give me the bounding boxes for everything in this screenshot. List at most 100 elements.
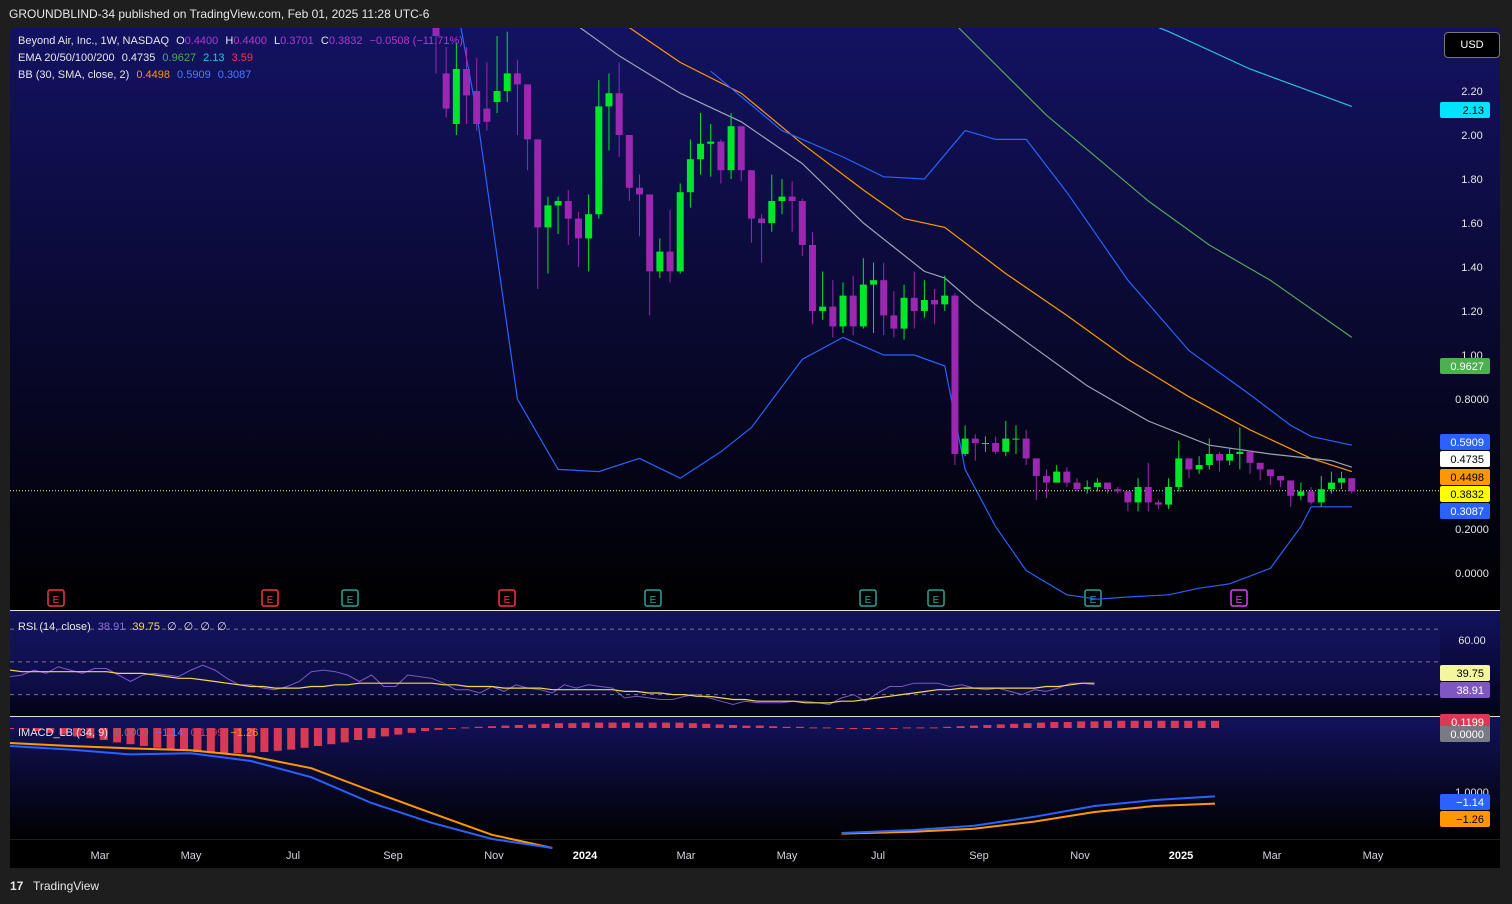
macd-histogram-bar bbox=[956, 726, 965, 728]
candle-body bbox=[1053, 471, 1061, 483]
chart-canvas[interactable]: E E E E E E E E E Mar May Jul Sep Nov 2024 Mar May Jul Se… bbox=[10, 28, 1500, 868]
candle-body bbox=[524, 84, 532, 140]
candle-body bbox=[1104, 482, 1112, 490]
candle-body bbox=[839, 295, 847, 327]
macd-signal-badge-label: −1.26 bbox=[1456, 814, 1484, 826]
ema20-value: 0.4735 bbox=[121, 52, 156, 64]
macd-histogram-bar bbox=[983, 725, 992, 728]
macd-histogram-bar bbox=[1036, 722, 1045, 728]
candle-body bbox=[920, 300, 928, 311]
macd-histogram-bar bbox=[715, 724, 724, 728]
candle-body bbox=[1022, 438, 1030, 459]
macd-histogram-bar bbox=[313, 728, 322, 746]
candle-body bbox=[1114, 489, 1122, 492]
ema100-badge-label: 0.9627 bbox=[1450, 361, 1484, 373]
candle-body bbox=[625, 135, 633, 188]
candle-body bbox=[870, 280, 878, 285]
candle-body bbox=[1317, 489, 1325, 503]
candle-body bbox=[442, 73, 450, 109]
bb-basis-value: 0.4498 bbox=[136, 69, 170, 81]
candle-body bbox=[849, 295, 857, 327]
candle-body bbox=[1093, 482, 1101, 487]
candle-body bbox=[1073, 482, 1081, 490]
macd-histogram-bar bbox=[662, 722, 671, 728]
candle-body bbox=[1154, 502, 1162, 505]
candle-body bbox=[1175, 458, 1183, 487]
macd-histogram-bar bbox=[581, 722, 590, 728]
macd-hist-value: 0.0000 bbox=[114, 727, 149, 739]
ohlc-open-label: O bbox=[176, 35, 185, 47]
macd-histogram-bar bbox=[528, 724, 537, 728]
last-price-badge-label: 0.3832 bbox=[1450, 489, 1484, 501]
macd-signal-value: −1.26 bbox=[230, 727, 259, 739]
candle-body bbox=[544, 205, 552, 228]
macd-histogram-bar bbox=[943, 726, 952, 728]
macd-lb-value: 0.1199 bbox=[190, 727, 224, 739]
candle-body bbox=[778, 196, 786, 201]
price-axis-label: 0.0000 bbox=[1455, 568, 1489, 580]
macd-histogram-bar bbox=[903, 727, 912, 729]
macd-line-badge-label: −1.14 bbox=[1456, 797, 1484, 809]
candle-body bbox=[880, 280, 888, 316]
rsi-ma-badge-label: 39.75 bbox=[1456, 668, 1484, 680]
time-axis-label: Mar bbox=[1263, 850, 1282, 862]
time-axis-label: Sep bbox=[969, 850, 989, 862]
rsi-ma-value: 39.75 bbox=[132, 621, 160, 633]
rsi-badge-label: 38.91 bbox=[1456, 685, 1484, 697]
macd-histogram-bar bbox=[354, 728, 363, 740]
bb-upper-badge-label: 0.5909 bbox=[1450, 437, 1484, 449]
candle-body bbox=[1226, 454, 1234, 461]
ema-label: EMA 20/50/100/200 bbox=[18, 52, 115, 64]
bb-lower-value: 0.3087 bbox=[217, 69, 252, 81]
price-axis-label: 0.8000 bbox=[1455, 394, 1489, 406]
candle-body bbox=[1165, 487, 1173, 505]
time-axis-label: Nov bbox=[1070, 850, 1090, 862]
bb-lower-badge-label: 0.3087 bbox=[1450, 506, 1484, 518]
macd-histogram-bar bbox=[1010, 723, 1019, 728]
bb-upper-value: 0.5909 bbox=[177, 69, 211, 81]
candle-body bbox=[890, 315, 898, 329]
candle-body bbox=[788, 196, 796, 201]
candle-body bbox=[483, 108, 491, 122]
macd-histogram-bar bbox=[1090, 721, 1099, 728]
macd-histogram-bar bbox=[1103, 720, 1112, 728]
macd-histogram-bar bbox=[970, 725, 978, 728]
macd-histogram-bar bbox=[608, 722, 617, 728]
candle-body bbox=[747, 170, 755, 219]
price-axis-label: 1.80 bbox=[1461, 174, 1482, 186]
candle-body bbox=[697, 143, 705, 160]
candle-body bbox=[758, 218, 766, 223]
candle-body bbox=[1236, 451, 1244, 454]
candle-body bbox=[1256, 462, 1264, 470]
ema50-badge-label: 0.4498 bbox=[1450, 472, 1484, 484]
time-axis-label: Mar bbox=[677, 850, 696, 862]
earnings-marker-label: E bbox=[933, 595, 940, 606]
candle-body bbox=[656, 251, 664, 272]
candle-body bbox=[1134, 487, 1142, 503]
time-axis-label: 2025 bbox=[1169, 850, 1193, 862]
macd-histogram-bar bbox=[421, 728, 430, 731]
price-axis-label: 1.40 bbox=[1461, 262, 1482, 274]
candle-body bbox=[859, 284, 867, 327]
earnings-marker-label: E bbox=[267, 595, 274, 606]
earnings-marker-label: E bbox=[1090, 595, 1097, 606]
ohlc-high: 0.4400 bbox=[233, 35, 267, 47]
price-axis-label: 2.20 bbox=[1461, 86, 1482, 98]
price-axis-label: 1.60 bbox=[1461, 218, 1482, 230]
macd-histogram-bar bbox=[447, 728, 456, 729]
price-axis-label: 2.00 bbox=[1461, 130, 1482, 142]
candle-body bbox=[727, 126, 735, 171]
macd-label: IMACD_LB (34, 9) bbox=[18, 727, 108, 739]
bb-legend: BB (30, SMA, close, 2) 0.4498 0.5909 0.3… bbox=[18, 69, 255, 81]
rsi-pane[interactable] bbox=[10, 628, 1440, 706]
candle-body bbox=[666, 251, 674, 272]
candle-body bbox=[463, 69, 471, 96]
macd-histogram-bar bbox=[809, 727, 818, 729]
candle-body bbox=[1083, 487, 1091, 490]
candle-body bbox=[574, 218, 582, 239]
currency-button[interactable]: USD bbox=[1444, 32, 1500, 58]
candle-body bbox=[1277, 476, 1285, 481]
macd-histogram-bar bbox=[340, 728, 349, 743]
macd-histogram-bar bbox=[287, 728, 296, 750]
macd-histogram-bar bbox=[300, 728, 309, 748]
